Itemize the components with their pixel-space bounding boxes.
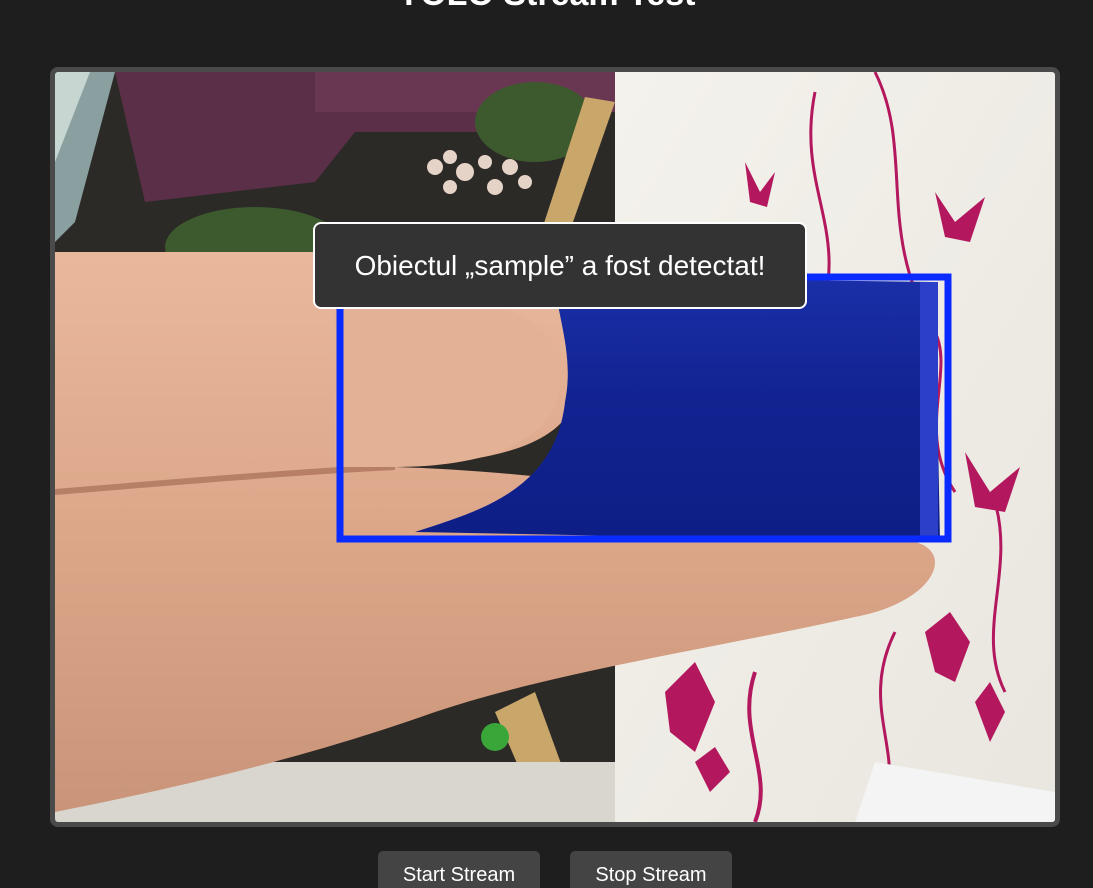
page-title: YOLO Stream Test <box>0 0 1093 14</box>
detection-notification: Obiectul „sample” a fost detectat! <box>313 222 807 309</box>
video-stream-frame: Obiectul „sample” a fost detectat! <box>50 67 1060 827</box>
stream-controls: Start Stream Stop Stream <box>0 851 1093 888</box>
page: YOLO Stream Test <box>0 0 1093 888</box>
stop-stream-button[interactable]: Stop Stream <box>570 851 732 888</box>
start-stream-button[interactable]: Start Stream <box>378 851 540 888</box>
video-feed <box>55 72 1055 822</box>
